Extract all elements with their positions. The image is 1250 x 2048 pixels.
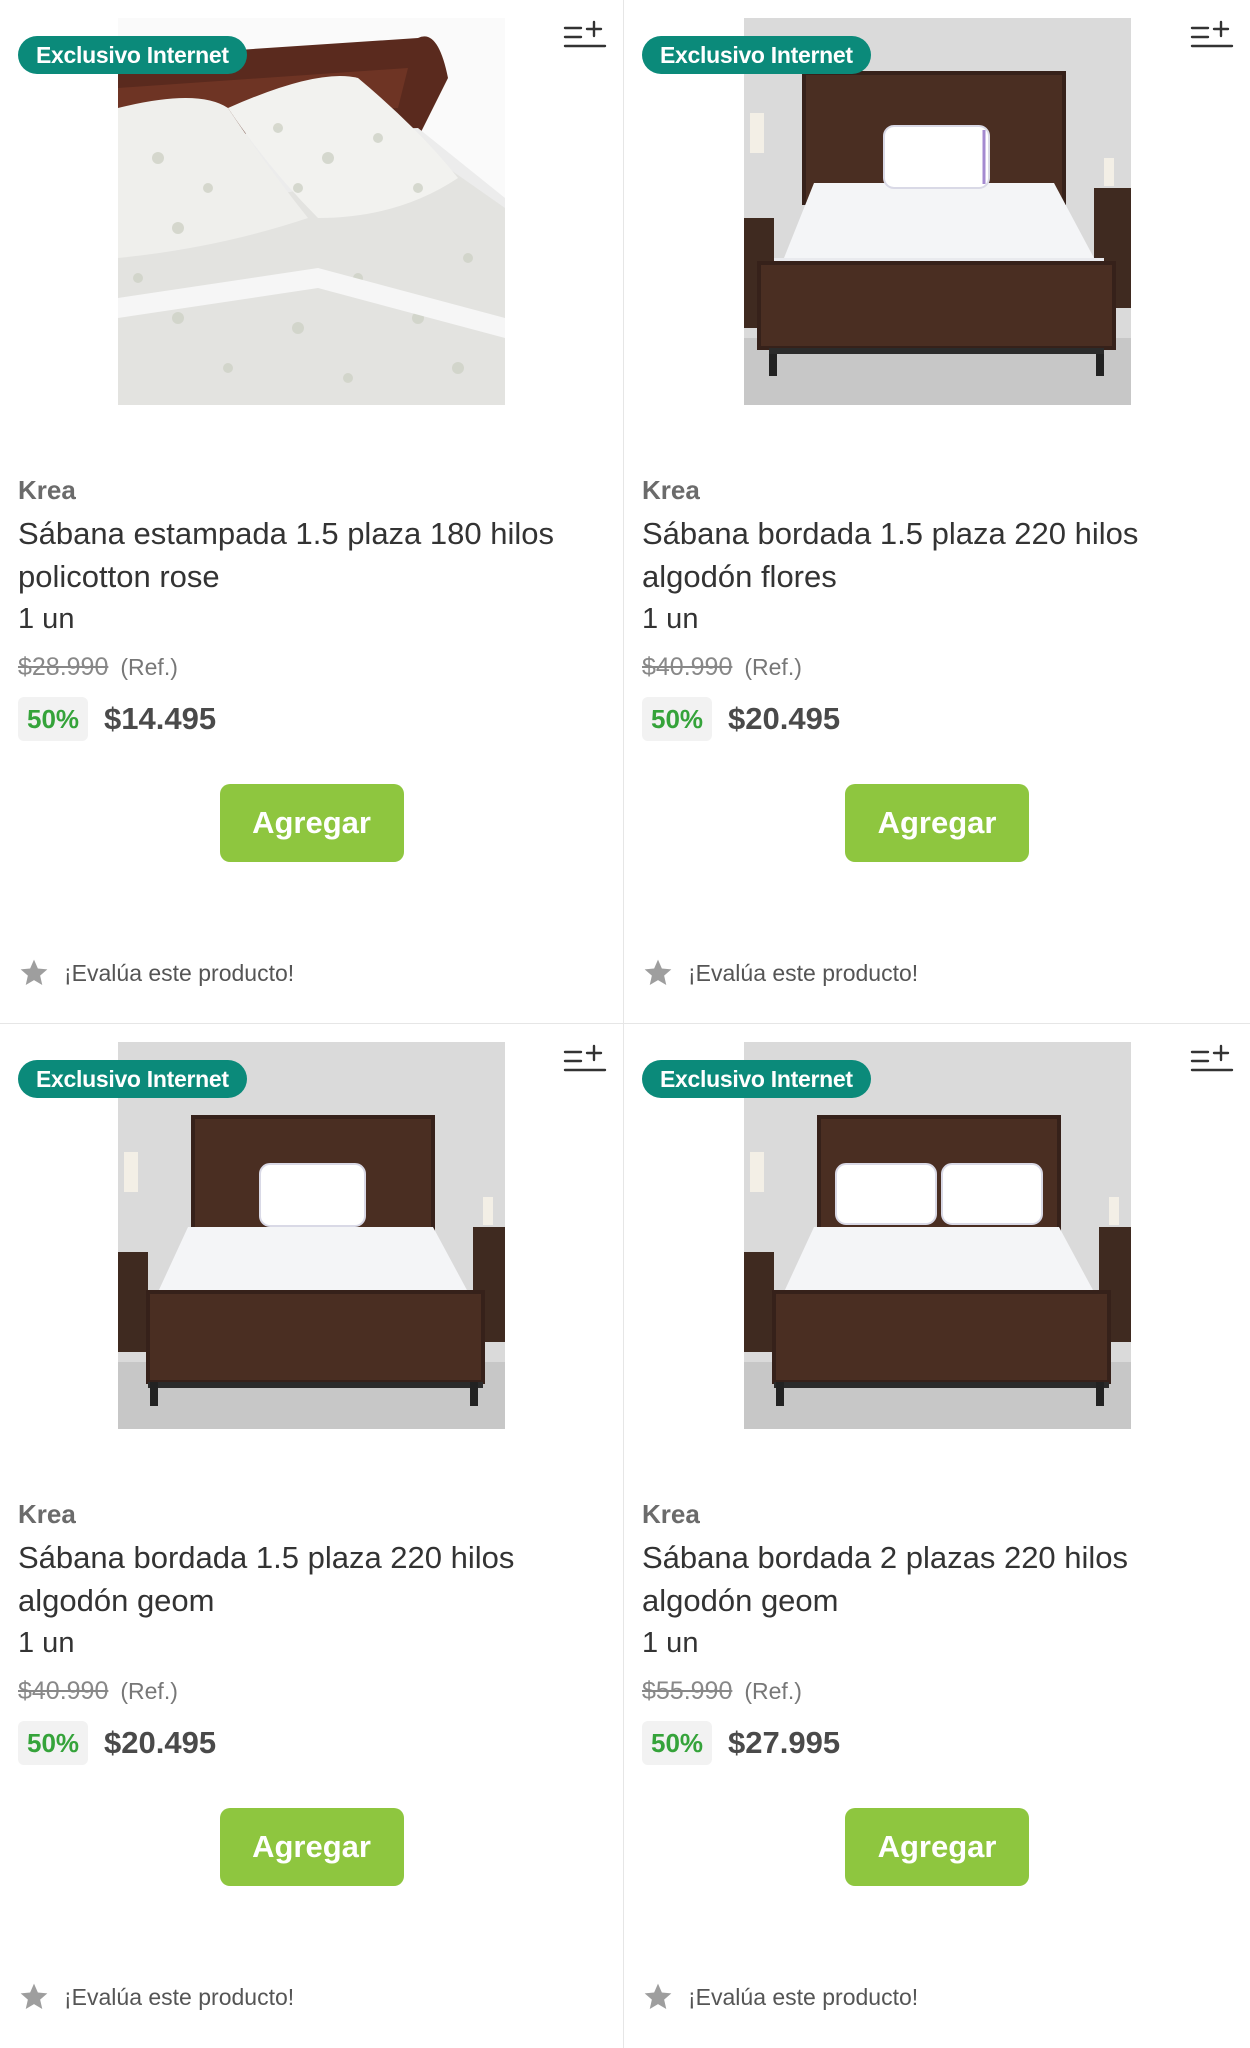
star-icon	[20, 1983, 48, 2009]
product-unit: 1 un	[642, 1627, 699, 1659]
price-row: 50% $20.495	[18, 1719, 605, 1767]
discount-badge: 50%	[642, 697, 713, 741]
product-name[interactable]: Sábana bordada 2 plazas 220 hilos algodó…	[642, 1536, 1232, 1622]
reference-price-row: $40.990 (Ref.)	[642, 647, 1232, 687]
star-icon	[644, 959, 672, 985]
reference-price: $55.990	[642, 1677, 733, 1705]
reference-price-row: $55.990 (Ref.)	[642, 1671, 1232, 1711]
product-brand[interactable]: Krea	[18, 1494, 605, 1534]
product-brand[interactable]: Krea	[18, 470, 605, 510]
rate-product-link[interactable]: ¡Evalúa este producto!	[642, 1979, 918, 2015]
price-row: 50% $14.495	[18, 695, 605, 743]
product-brand[interactable]: Krea	[642, 1494, 1232, 1534]
add-to-cart-button[interactable]: Agregar	[845, 784, 1029, 862]
product-name[interactable]: Sábana estampada 1.5 plaza 180 hilos pol…	[18, 512, 605, 598]
product-image[interactable]	[118, 1042, 505, 1429]
sale-price: $14.495	[104, 701, 217, 736]
product-unit: 1 un	[18, 603, 75, 635]
add-to-cart-button[interactable]: Agregar	[845, 1808, 1029, 1886]
rate-product-label: ¡Evalúa este producto!	[64, 1983, 295, 2010]
product-name[interactable]: Sábana bordada 1.5 plaza 220 hilos algod…	[642, 512, 1232, 598]
star-icon	[20, 959, 48, 985]
product-card[interactable]: Exclusivo Internet Krea Sábana estampada…	[0, 0, 624, 1024]
sale-price: $27.995	[728, 1725, 841, 1760]
product-brand[interactable]: Krea	[642, 470, 1232, 510]
discount-badge: 50%	[18, 697, 89, 741]
discount-badge: 50%	[18, 1721, 89, 1765]
product-image-wrap[interactable]	[624, 1042, 1250, 1429]
add-to-compare-icon[interactable]	[563, 20, 607, 54]
exclusive-internet-badge: Exclusivo Internet	[642, 36, 871, 74]
product-card[interactable]: Exclusivo Internet Krea Sábana bordada 1…	[0, 1024, 624, 2048]
product-image[interactable]	[743, 18, 1131, 405]
reference-price-row: $40.990 (Ref.)	[18, 1671, 605, 1711]
ref-label: (Ref.)	[120, 1678, 178, 1704]
rate-product-label: ¡Evalúa este producto!	[688, 1983, 919, 2010]
price-row: 50% $27.995	[642, 1719, 1232, 1767]
exclusive-internet-badge: Exclusivo Internet	[18, 36, 247, 74]
rate-product-link[interactable]: ¡Evalúa este producto!	[18, 1979, 294, 2015]
reference-price: $40.990	[18, 1677, 109, 1705]
rate-product-label: ¡Evalúa este producto!	[688, 959, 919, 986]
reference-price: $40.990	[642, 653, 733, 681]
product-card[interactable]: Exclusivo Internet Krea Sábana bordada 2…	[624, 1024, 1250, 2048]
exclusive-internet-badge: Exclusivo Internet	[18, 1060, 247, 1098]
reference-price-row: $28.990 (Ref.)	[18, 647, 605, 687]
sale-price: $20.495	[728, 701, 841, 736]
add-to-cart-button[interactable]: Agregar	[219, 1808, 404, 1886]
sale-price: $20.495	[104, 1725, 217, 1760]
product-info: Krea Sábana estampada 1.5 plaza 180 hilo…	[18, 470, 605, 743]
product-info: Krea Sábana bordada 1.5 plaza 220 hilos …	[18, 1494, 605, 1767]
product-image[interactable]	[743, 1042, 1131, 1429]
exclusive-internet-badge: Exclusivo Internet	[642, 1060, 871, 1098]
product-name[interactable]: Sábana bordada 1.5 plaza 220 hilos algod…	[18, 1536, 605, 1622]
product-image[interactable]	[118, 18, 505, 405]
product-grid: Exclusivo Internet Krea Sábana estampada…	[0, 0, 1250, 2048]
add-to-compare-icon[interactable]	[1190, 20, 1234, 54]
discount-badge: 50%	[642, 1721, 713, 1765]
add-to-compare-icon[interactable]	[1190, 1044, 1234, 1078]
rate-product-link[interactable]: ¡Evalúa este producto!	[642, 955, 918, 991]
add-to-cart-button[interactable]: Agregar	[219, 784, 404, 862]
product-unit: 1 un	[642, 603, 699, 635]
product-image-wrap[interactable]	[624, 18, 1250, 405]
ref-label: (Ref.)	[744, 654, 802, 680]
reference-price: $28.990	[18, 653, 109, 681]
ref-label: (Ref.)	[120, 654, 178, 680]
ref-label: (Ref.)	[744, 1678, 802, 1704]
product-info: Krea Sábana bordada 1.5 plaza 220 hilos …	[642, 470, 1232, 743]
star-icon	[644, 1983, 672, 2009]
rate-product-label: ¡Evalúa este producto!	[64, 959, 295, 986]
product-unit: 1 un	[18, 1627, 75, 1659]
product-image-wrap[interactable]	[0, 18, 623, 405]
product-image-wrap[interactable]	[0, 1042, 623, 1429]
product-card[interactable]: Exclusivo Internet Krea Sábana bordada 1…	[624, 0, 1250, 1024]
rate-product-link[interactable]: ¡Evalúa este producto!	[18, 955, 294, 991]
product-info: Krea Sábana bordada 2 plazas 220 hilos a…	[642, 1494, 1232, 1767]
add-to-compare-icon[interactable]	[563, 1044, 607, 1078]
price-row: 50% $20.495	[642, 695, 1232, 743]
